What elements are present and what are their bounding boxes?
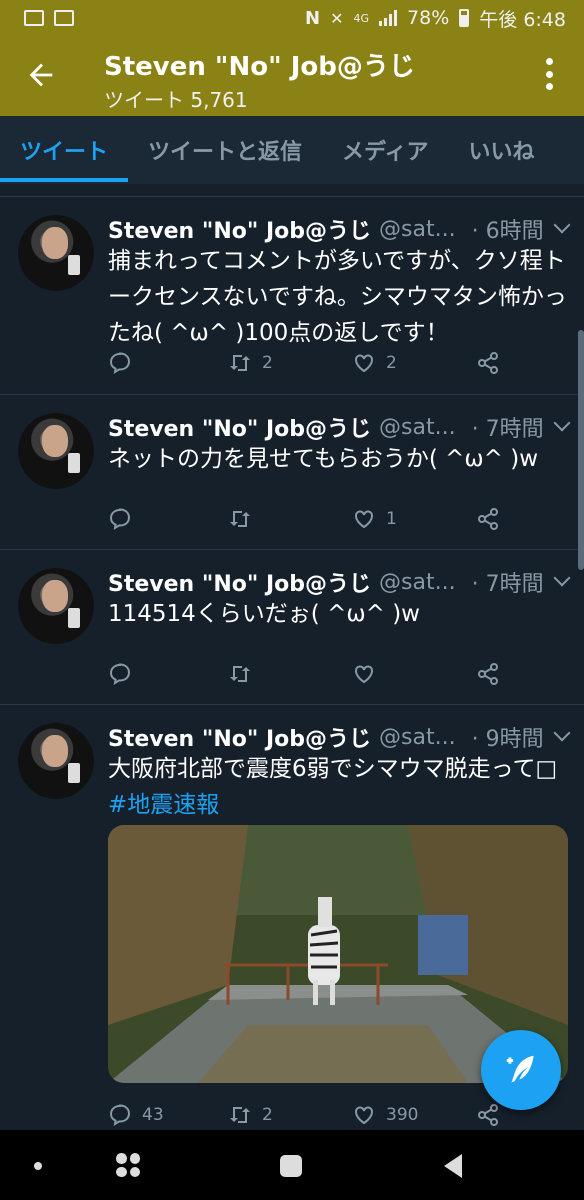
chevron-down-icon[interactable] [553, 569, 571, 587]
tweet-text: 大阪府北部で震度6弱でシマウマ脱走って□ #地震速報 [108, 751, 568, 823]
like-icon [355, 1106, 373, 1125]
like-button[interactable]: 1 [352, 507, 397, 531]
tab-likes[interactable]: いいね [449, 116, 555, 184]
retweet-button[interactable]: 2 [228, 1103, 273, 1127]
reply-icon [109, 352, 131, 375]
retweet-count: 2 [262, 1105, 273, 1125]
battery-icon [459, 9, 470, 27]
tweet-timestamp[interactable]: · 9時間 [472, 721, 544, 753]
like-button[interactable]: 390 [352, 1103, 418, 1127]
network-type: 4G [353, 11, 370, 25]
retweet-icon [230, 666, 250, 682]
mail-notification-icon [24, 10, 44, 26]
reply-button[interactable] [108, 351, 142, 375]
share-icon [478, 663, 498, 685]
avatar[interactable] [18, 413, 94, 489]
tweet-text: ネットの力を見せてもらおうか( ^ω^ )w [108, 446, 539, 472]
reply-button[interactable] [108, 507, 142, 531]
tab-tweets[interactable]: ツイート [0, 116, 129, 184]
tweet-actions [108, 662, 508, 694]
profile-tabs: ツイート ツイートと返信 メディア いいね [0, 116, 584, 184]
tweet-text-line: 大阪府北部で震度6弱でシマウマ脱走って□ [108, 756, 558, 782]
reply-count: 43 [142, 1105, 164, 1125]
tweet-actions: 1 [108, 507, 508, 539]
compose-tweet-button[interactable] [481, 1030, 561, 1110]
profile-header: Steven "No" Job@うじ ツイート 5,761 [0, 36, 584, 116]
share-button[interactable] [476, 662, 500, 686]
tweet-author-handle[interactable]: @sat... [379, 725, 456, 750]
reply-icon [109, 663, 131, 686]
nfc-icon: N [305, 7, 321, 29]
avatar[interactable] [18, 215, 94, 291]
chevron-down-icon[interactable] [553, 414, 571, 432]
tweet[interactable]: Steven "No" Job@うじ @sat... · 7時間 114514く… [0, 549, 584, 704]
share-icon [478, 1104, 498, 1126]
chevron-down-icon[interactable] [553, 724, 571, 742]
nav-back-icon[interactable] [444, 1154, 462, 1178]
like-button[interactable] [352, 662, 386, 686]
share-button[interactable] [476, 351, 500, 375]
retweet-icon [230, 511, 250, 527]
app-notification-icon [54, 10, 74, 26]
retweet-button[interactable] [228, 662, 262, 686]
tweet[interactable]: Steven "No" Job@うじ @sat... · 6時間 捕まれってコメ… [0, 196, 584, 394]
like-icon [355, 665, 373, 684]
retweet-icon [230, 1107, 250, 1123]
share-icon [478, 508, 498, 530]
reply-button[interactable]: 43 [108, 1103, 164, 1127]
profile-name: Steven "No" Job@うじ [104, 52, 415, 82]
battery-percent: 78% [407, 7, 450, 29]
avatar[interactable] [18, 723, 94, 799]
retweet-button[interactable] [228, 507, 262, 531]
reply-icon [109, 1104, 131, 1127]
retweet-button[interactable]: 2 [228, 351, 273, 375]
compose-icon [506, 1055, 534, 1083]
tweet-text: 捕まれってコメントが多いですが、クソ程トークセンスないですね。シマウマタン怖かっ… [108, 248, 567, 346]
like-icon [355, 354, 373, 373]
signal-icon [379, 10, 398, 26]
chevron-down-icon[interactable] [553, 216, 571, 234]
tweet-text: 114514くらいだぉ( ^ω^ )w [108, 601, 420, 627]
recent-apps-icon[interactable] [116, 1153, 140, 1177]
tab-tweets-replies[interactable]: ツイートと返信 [128, 116, 322, 184]
scrollbar[interactable] [578, 330, 584, 570]
tweet-author-name[interactable]: Steven "No" Job@うじ [108, 213, 371, 245]
tweet-author-name[interactable]: Steven "No" Job@うじ [108, 566, 371, 598]
back-arrow-icon[interactable] [24, 58, 58, 92]
reply-button[interactable] [108, 662, 142, 686]
retweet-count: 2 [262, 353, 273, 373]
like-count: 390 [386, 1105, 419, 1125]
clock: 午後 6:48 [479, 8, 566, 31]
tweet-author-handle[interactable]: @sat... [379, 415, 456, 440]
more-vert-icon[interactable] [546, 58, 554, 90]
like-count: 1 [386, 509, 397, 529]
status-bar: N ✕ 4G 78% 午後 6:48 [0, 0, 584, 36]
tweet-timestamp[interactable]: · 7時間 [472, 566, 544, 598]
retweet-icon [230, 355, 250, 371]
share-icon [478, 352, 498, 374]
home-button-icon[interactable] [280, 1155, 302, 1177]
tweet-count: ツイート 5,761 [104, 88, 248, 112]
share-button[interactable] [476, 1103, 500, 1127]
hashtag-link[interactable]: #地震速報 [108, 792, 219, 818]
share-button[interactable] [476, 507, 500, 531]
tweet-author-handle[interactable]: @sat... [379, 570, 456, 595]
tweet-author-handle[interactable]: @sat... [379, 217, 456, 242]
tweet-author-name[interactable]: Steven "No" Job@うじ [108, 411, 371, 443]
tweet-actions: 2 2 [108, 351, 508, 383]
tweet-timeline: Steven "No" Job@うじ @sat... · 6時間 捕まれってコメ… [0, 196, 584, 1144]
mute-icon: ✕ [330, 8, 344, 28]
nav-indicator-dot [34, 1162, 42, 1170]
reply-icon [109, 508, 131, 531]
like-count: 2 [386, 353, 397, 373]
avatar[interactable] [18, 568, 94, 644]
tweet[interactable]: Steven "No" Job@うじ @sat... · 7時間 ネットの力を見… [0, 394, 584, 549]
like-icon [355, 510, 373, 529]
tab-media[interactable]: メディア [322, 116, 448, 184]
like-button[interactable]: 2 [352, 351, 397, 375]
tweet-timestamp[interactable]: · 6時間 [472, 213, 544, 245]
system-navigation-bar [0, 1130, 584, 1200]
tweet-timestamp[interactable]: · 7時間 [472, 411, 544, 443]
tweet-author-name[interactable]: Steven "No" Job@うじ [108, 721, 371, 753]
